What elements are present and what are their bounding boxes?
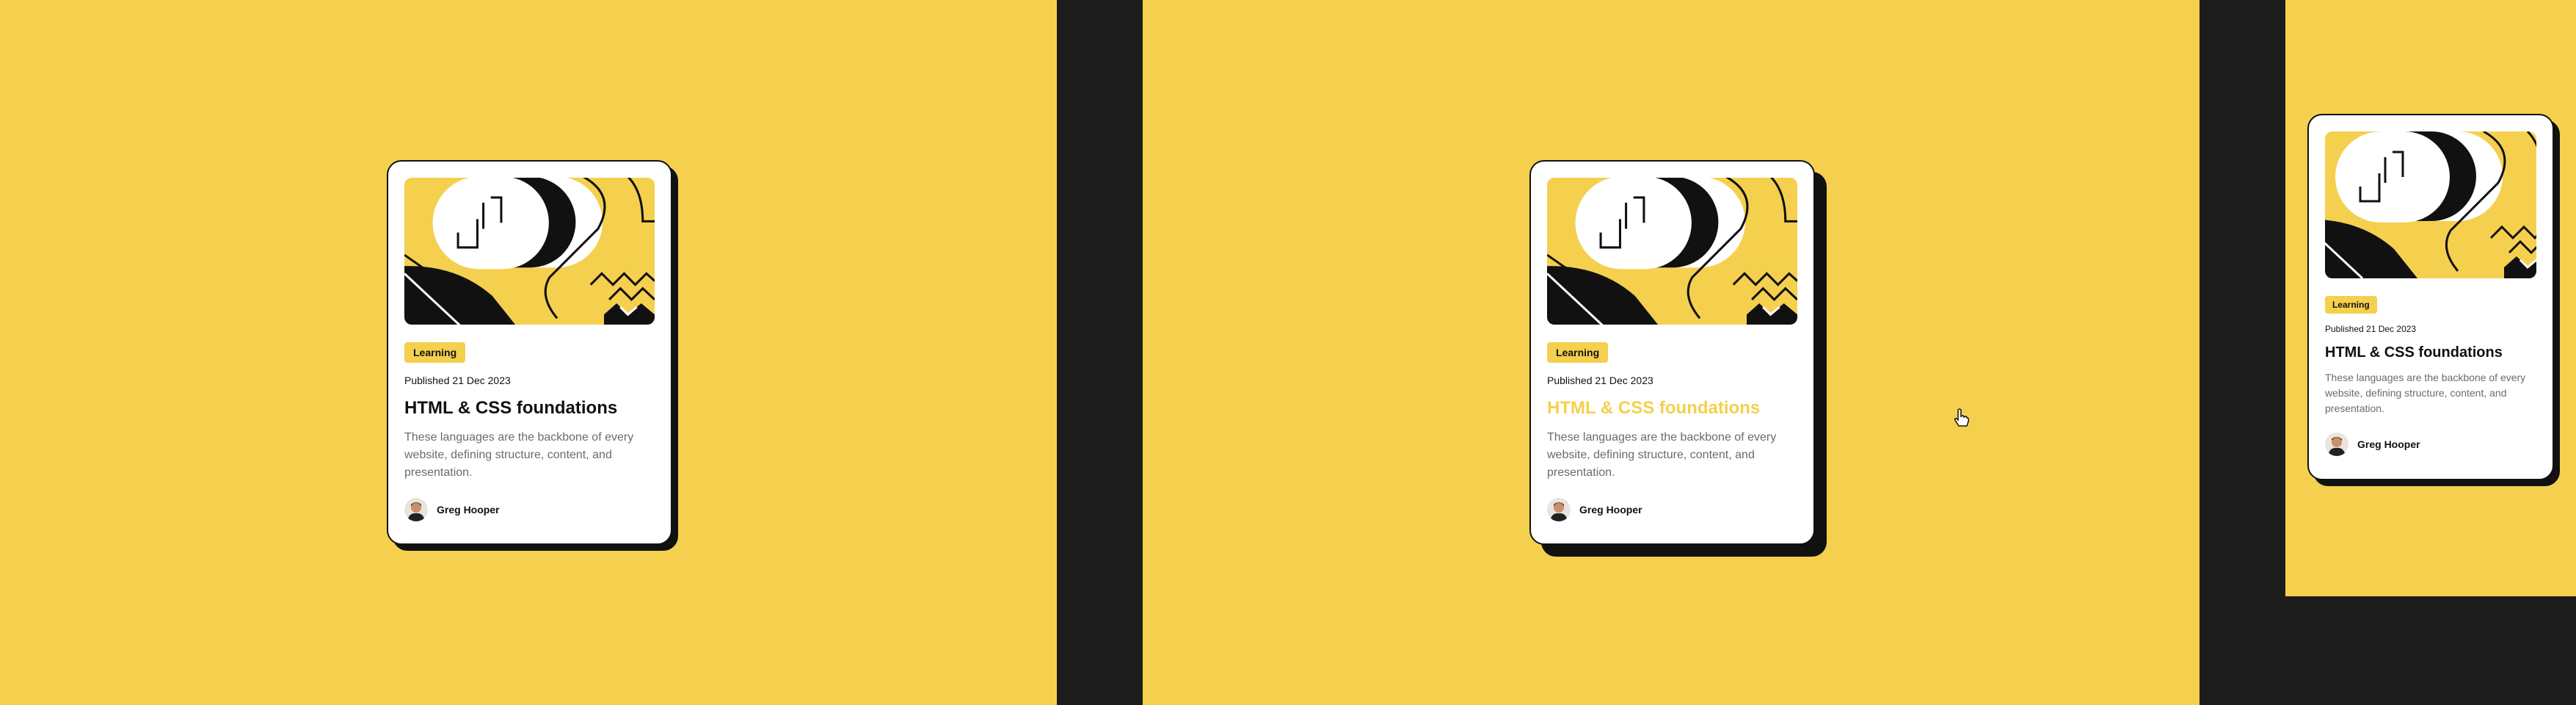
card-description: These languages are the backbone of ever… — [2325, 372, 2526, 414]
avatar — [2325, 433, 2348, 456]
category-badge: Learning — [1547, 342, 1609, 363]
card-illustration — [2325, 131, 2536, 278]
panel-default-state: Learning Published 21 Dec 2023 HTML & CS… — [0, 0, 1057, 705]
category-badge: Learning — [2325, 296, 2377, 314]
card-illustration — [1547, 178, 1797, 325]
author-row: Greg Hooper — [2325, 433, 2536, 456]
category-badge: Learning — [404, 342, 466, 363]
published-date: Published 21 Dec 2023 — [1547, 375, 1653, 386]
avatar — [1547, 498, 1571, 521]
hand-pointer-icon — [1954, 408, 1969, 427]
author-row: Greg Hooper — [1547, 498, 1797, 521]
illustration-image — [1547, 178, 1797, 325]
author-row: Greg Hooper — [404, 498, 655, 521]
author-name: Greg Hooper — [2357, 438, 2420, 450]
avatar — [404, 498, 428, 521]
blog-preview-card: Learning Published 21 Dec 2023 HTML & CS… — [1529, 160, 1815, 545]
card-title-link[interactable]: HTML & CSS foundations — [1547, 398, 1797, 419]
published-date: Published 21 Dec 2023 — [404, 375, 511, 386]
published-date: Published 21 Dec 2023 — [2325, 324, 2417, 334]
blog-preview-card: Learning Published 21 Dec 2023 HTML & CS… — [387, 160, 672, 545]
blog-preview-card: Learning Published 21 Dec 2023 HTML & CS… — [2307, 114, 2554, 480]
author-name: Greg Hooper — [1579, 504, 1642, 516]
card-description: These languages are the backbone of ever… — [1547, 431, 1777, 479]
illustration-image — [404, 178, 655, 325]
illustration-image — [2325, 131, 2536, 278]
author-name: Greg Hooper — [437, 504, 500, 516]
card-title-link[interactable]: HTML & CSS foundations — [404, 398, 655, 419]
card-title-link[interactable]: HTML & CSS foundations — [2325, 344, 2536, 361]
card-description: These languages are the backbone of ever… — [404, 431, 634, 479]
panel-hover-state: Learning Published 21 Dec 2023 HTML & CS… — [1143, 0, 2200, 705]
panel-mobile-state: Learning Published 21 Dec 2023 HTML & CS… — [2285, 0, 2576, 596]
card-illustration — [404, 178, 655, 325]
